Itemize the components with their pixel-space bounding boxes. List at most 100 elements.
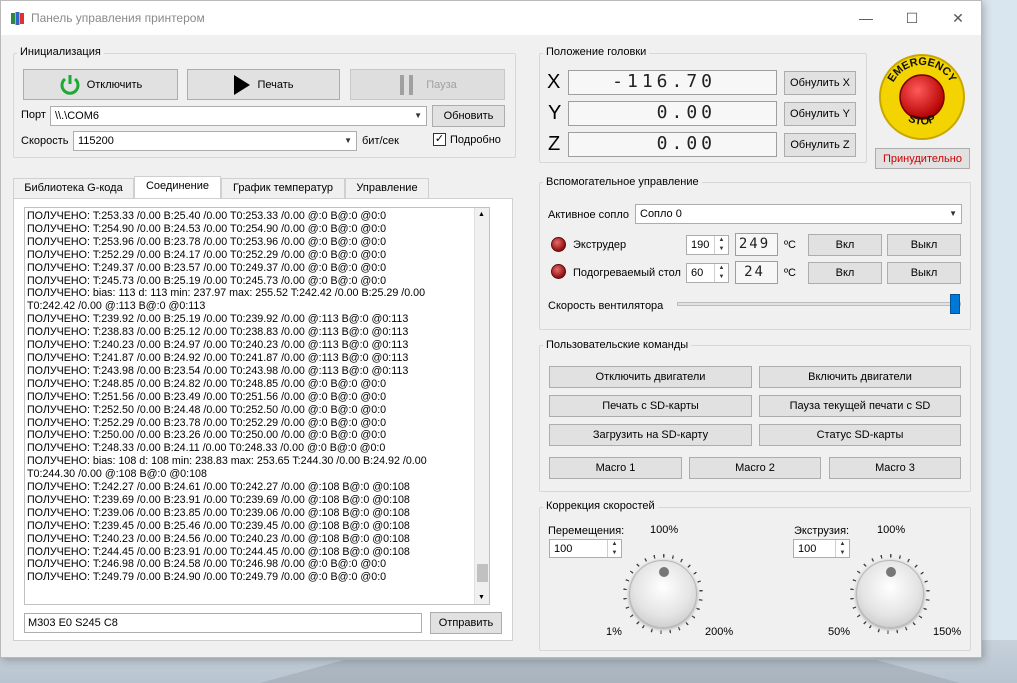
tab-connection[interactable]: Соединение (134, 176, 221, 199)
y-axis-label: Y (548, 102, 562, 124)
spin-arrows-icon[interactable]: ▲ ▼ (714, 236, 728, 254)
on-label: Вкл (835, 267, 855, 279)
reset-z-label: Обнулить Z (790, 139, 850, 151)
chevron-up-icon[interactable]: ▲ (478, 211, 485, 218)
dial-indicator (659, 567, 669, 577)
macro-2-button[interactable]: Macro 2 (689, 457, 821, 479)
z-value: 0.00 (656, 133, 716, 154)
off-label: Выкл (910, 239, 938, 251)
macro-1-button[interactable]: Macro 1 (549, 457, 682, 479)
tab-temperature-graph[interactable]: График температур (221, 178, 345, 198)
macro-3-button[interactable]: Macro 3 (829, 457, 961, 479)
tab-control[interactable]: Управление (345, 178, 429, 198)
print-sd-button[interactable]: Печать с SD-карты (549, 395, 752, 417)
maximize-button[interactable]: ☐ (889, 1, 935, 35)
baud-value: 115200 (78, 135, 114, 147)
disconnect-button[interactable]: Отключить (23, 69, 178, 100)
active-nozzle-select[interactable]: Сопло 0 ▼ (635, 204, 962, 224)
bed-target-input[interactable]: 60 ▲ ▼ (686, 263, 729, 283)
send-button[interactable]: Отправить (430, 612, 502, 634)
motors-off-button[interactable]: Отключить двигатели (549, 366, 752, 388)
port-label: Порт (21, 109, 46, 121)
power-icon (60, 74, 80, 95)
tab-label: Соединение (145, 180, 210, 192)
log-line: ПОЛУЧЕНО: T:254.90 /0.00 B:24.53 /0.00 T… (27, 222, 387, 235)
spin-arrows-icon[interactable]: ▲ ▼ (607, 540, 621, 557)
log-line: ПОЛУЧЕНО: T:238.83 /0.00 B:25.12 /0.00 T… (27, 326, 409, 339)
log-line: ПОЛУЧЕНО: T:242.27 /0.00 B:24.61 /0.00 T… (27, 481, 410, 494)
extruder-target-input[interactable]: 190 ▲ ▼ (686, 235, 729, 255)
log-line: ПОЛУЧЕНО: T:239.92 /0.00 B:25.19 /0.00 T… (27, 313, 409, 326)
chevron-down-icon: ▼ (949, 209, 957, 218)
minimize-button[interactable]: — (843, 1, 889, 35)
spin-arrows-icon[interactable]: ▲ ▼ (835, 540, 849, 557)
extruder-current-display: 249 (735, 233, 778, 256)
verbose-checkbox[interactable]: ✓ (433, 133, 446, 146)
motors-on-label: Включить двигатели (808, 371, 912, 383)
refresh-ports-button[interactable]: Обновить (432, 105, 505, 127)
head-group-title: Положение головки (543, 46, 650, 58)
force-button[interactable]: Принудительно (875, 148, 970, 169)
fan-speed-track[interactable] (677, 294, 961, 314)
init-group-title: Инициализация (17, 46, 104, 58)
move-speed-center-mark: 100% (650, 524, 679, 536)
extrusion-speed-min: 50% (828, 626, 851, 638)
log-line: ПОЛУЧЕНО: bias: 113 d: 113 min: 237.97 m… (27, 287, 426, 300)
log-lines: ПОЛУЧЕНО: T:253.33 /0.00 B:25.40 /0.00 T… (27, 210, 487, 584)
reset-y-button[interactable]: Обнулить Y (784, 102, 856, 126)
extruder-off-button[interactable]: Выкл (887, 234, 961, 256)
baud-select[interactable]: 115200 ▼ (73, 131, 357, 151)
macro-2-label: Macro 2 (735, 462, 775, 474)
command-input[interactable]: M303 E0 S245 C8 (24, 613, 422, 633)
emergency-stop-button[interactable]: EMERGENCY STOP (878, 53, 966, 141)
upload-sd-button[interactable]: Загрузить на SD-карту (549, 424, 752, 446)
scrollbar-thumb[interactable] (477, 564, 488, 582)
log-line: T0:242.42 /0.00 @:113 B@:0 @0:113 (27, 300, 206, 313)
chevron-down-icon: ▼ (414, 111, 422, 120)
extrusion-speed-input[interactable]: 100 ▲ ▼ (793, 539, 850, 558)
move-speed-max: 200% (705, 626, 734, 638)
log-line: ПОЛУЧЕНО: T:246.98 /0.00 B:24.58 /0.00 T… (27, 558, 387, 571)
window-title: Панель управления принтером (31, 11, 205, 25)
move-speed-dial[interactable] (629, 560, 697, 628)
move-speed-input[interactable]: 100 ▲ ▼ (549, 539, 622, 558)
reset-z-button[interactable]: Обнулить Z (784, 133, 856, 157)
active-nozzle-label: Активное сопло (548, 209, 630, 221)
extruder-target-value: 190 (691, 239, 710, 251)
tab-gcode-library[interactable]: Библиотека G-кода (13, 178, 134, 198)
serial-log[interactable]: ПОЛУЧЕНО: T:253.33 /0.00 B:25.40 /0.00 T… (24, 207, 490, 605)
port-select[interactable]: \\.\COM6 ▼ (50, 106, 427, 126)
log-line: ПОЛУЧЕНО: T:253.96 /0.00 B:23.78 /0.00 T… (27, 235, 387, 248)
log-line: ПОЛУЧЕНО: T:252.29 /0.00 B:24.17 /0.00 T… (27, 248, 387, 261)
disconnect-label: Отключить (86, 78, 143, 91)
custom-group-title: Пользовательские команды (543, 339, 692, 351)
bed-on-button[interactable]: Вкл (808, 262, 882, 284)
pause-button[interactable]: Пауза (350, 69, 505, 100)
print-button[interactable]: Печать (187, 69, 340, 100)
extrusion-speed-dial[interactable] (856, 560, 924, 628)
motors-on-button[interactable]: Включить двигатели (759, 366, 961, 388)
pause-icon (400, 74, 414, 95)
bed-off-button[interactable]: Выкл (887, 262, 961, 284)
log-line: ПОЛУЧЕНО: T:243.98 /0.00 B:23.54 /0.00 T… (27, 364, 409, 377)
extruder-on-button[interactable]: Вкл (808, 234, 882, 256)
pause-sd-button[interactable]: Пауза текущей печати с SD (759, 395, 961, 417)
log-line: ПОЛУЧЕНО: T:248.33 /0.00 B:24.11 /0.00 T… (27, 442, 386, 455)
sd-status-button[interactable]: Статус SD-карты (759, 424, 961, 446)
baud-unit: бит/сек (362, 135, 399, 147)
fan-speed-handle[interactable] (950, 294, 960, 314)
tab-label: Библиотека G-кода (24, 182, 123, 194)
off-label: Выкл (910, 267, 938, 279)
spin-arrows-icon[interactable]: ▲ ▼ (714, 264, 728, 282)
verbose-label: Подробно (450, 134, 501, 146)
log-line: ПОЛУЧЕНО: T:253.33 /0.00 B:25.40 /0.00 T… (27, 210, 387, 222)
print-label: Печать (257, 78, 294, 91)
chevron-down-icon[interactable]: ▼ (478, 594, 485, 601)
z-axis-label: Z (548, 133, 561, 155)
z-position-display: 0.00 (568, 132, 777, 157)
close-button[interactable]: ✕ (935, 1, 981, 35)
reset-x-button[interactable]: Обнулить X (784, 71, 856, 95)
port-value: \\.\COM6 (55, 110, 100, 122)
log-scrollbar[interactable]: ▲ ▼ (474, 208, 489, 604)
fan-speed-label: Скорость вентилятора (548, 300, 664, 312)
